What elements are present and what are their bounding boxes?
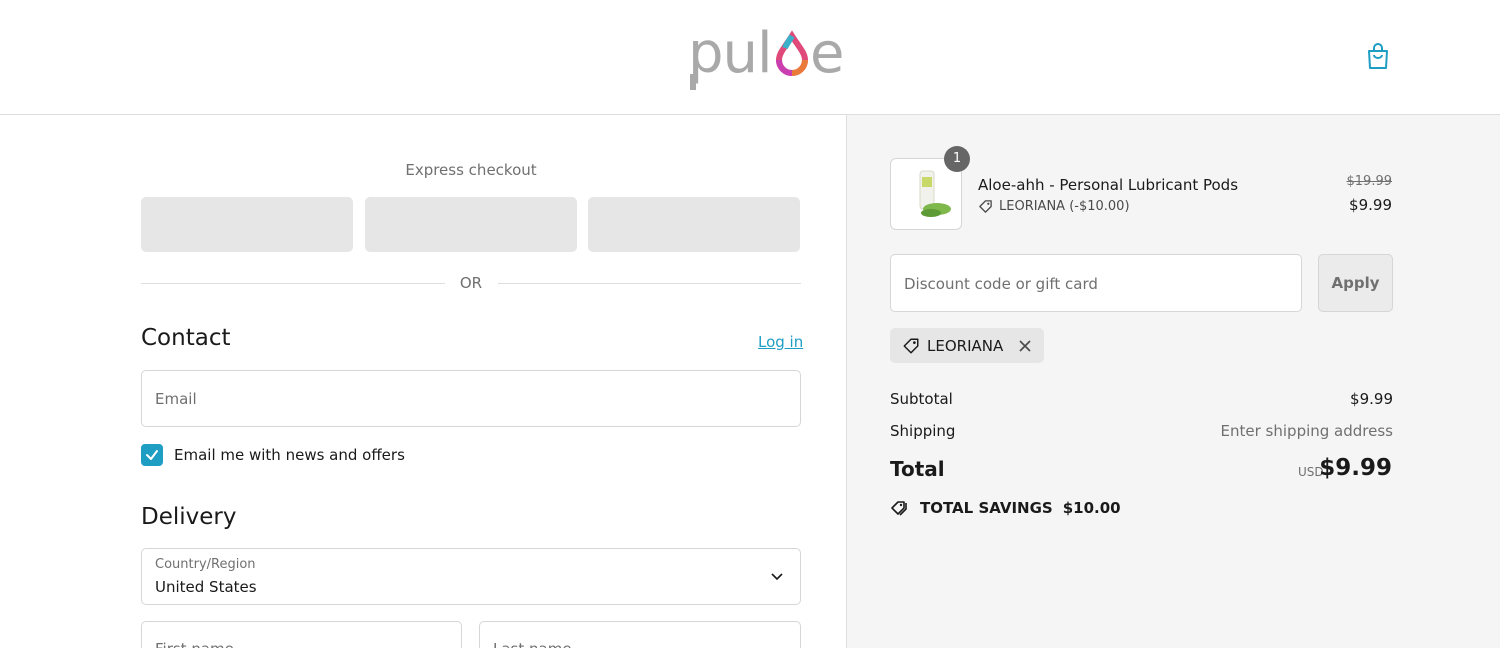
discount-placeholder: Discount code or gift card xyxy=(904,275,1098,293)
shipping-value: Enter shipping address xyxy=(1220,422,1393,440)
shopping-bag-icon[interactable] xyxy=(1364,41,1392,71)
login-link[interactable]: Log in xyxy=(758,333,803,351)
checkout-header: pul e xyxy=(0,0,1500,115)
product-discount-text: LEORIANA (-$10.00) xyxy=(999,199,1130,214)
newsletter-checkbox[interactable] xyxy=(141,444,163,466)
express-pay-button-1[interactable] xyxy=(141,197,353,252)
total-value: $9.99 xyxy=(1319,455,1392,481)
express-pay-button-2[interactable] xyxy=(365,197,577,252)
last-name-placeholder: Last name xyxy=(493,640,572,648)
tags-icon xyxy=(891,501,907,516)
checkout-form: Express checkout OR Contact Log in Email… xyxy=(0,115,846,648)
pulse-logo[interactable]: pul e xyxy=(688,14,848,94)
subtotal-value: $9.99 xyxy=(1350,390,1393,408)
tag-icon xyxy=(903,338,919,353)
total-savings: TOTAL SAVINGS $10.00 xyxy=(890,499,1121,517)
order-summary: 1 Aloe-ahh - Personal Lubricant Pods LEO… xyxy=(846,115,1500,648)
discount-code-input[interactable]: Discount code or gift card xyxy=(890,254,1302,312)
or-divider-text: OR xyxy=(459,274,483,292)
country-value: United States xyxy=(155,578,257,596)
chevron-down-icon xyxy=(771,573,783,581)
country-label: Country/Region xyxy=(155,557,256,572)
original-price: $19.99 xyxy=(1346,174,1393,189)
subtotal-label: Subtotal xyxy=(890,390,953,408)
country-select[interactable]: Country/Region United States xyxy=(141,548,801,605)
express-pay-button-3[interactable] xyxy=(588,197,800,252)
subtotal-row: Subtotal $9.99 xyxy=(890,390,1393,408)
svg-text:pul: pul xyxy=(688,21,772,86)
tag-icon xyxy=(979,200,992,213)
total-label: Total xyxy=(890,457,945,481)
newsletter-label: Email me with news and offers xyxy=(174,446,405,464)
divider-left xyxy=(141,283,445,284)
email-field[interactable]: Email xyxy=(141,370,801,427)
checkmark-icon xyxy=(146,450,158,460)
first-name-field[interactable]: First name xyxy=(141,621,462,648)
email-placeholder: Email xyxy=(155,390,197,408)
apply-button[interactable]: Apply xyxy=(1318,254,1393,312)
divider-right xyxy=(498,283,801,284)
svg-text:e: e xyxy=(810,21,844,86)
first-name-placeholder: First name xyxy=(155,640,234,648)
express-checkout-title: Express checkout xyxy=(405,161,537,179)
savings-value: $10.00 xyxy=(1062,499,1121,517)
delivery-title: Delivery xyxy=(141,504,237,530)
product-name: Aloe-ahh - Personal Lubricant Pods xyxy=(978,176,1239,194)
applied-discount-chip: LEORIANA xyxy=(890,328,1045,363)
close-icon[interactable] xyxy=(1018,339,1032,353)
contact-title: Contact xyxy=(141,325,231,351)
product-discount: LEORIANA (-$10.00) xyxy=(978,199,1130,214)
shipping-label: Shipping xyxy=(890,422,956,440)
savings-label: TOTAL SAVINGS xyxy=(920,499,1053,517)
applied-code-text: LEORIANA xyxy=(927,336,1004,355)
item-price: $9.99 xyxy=(1349,196,1392,214)
last-name-field[interactable]: Last name xyxy=(479,621,801,648)
shipping-row: Shipping Enter shipping address xyxy=(890,422,1393,440)
quantity-badge: 1 xyxy=(944,146,970,172)
